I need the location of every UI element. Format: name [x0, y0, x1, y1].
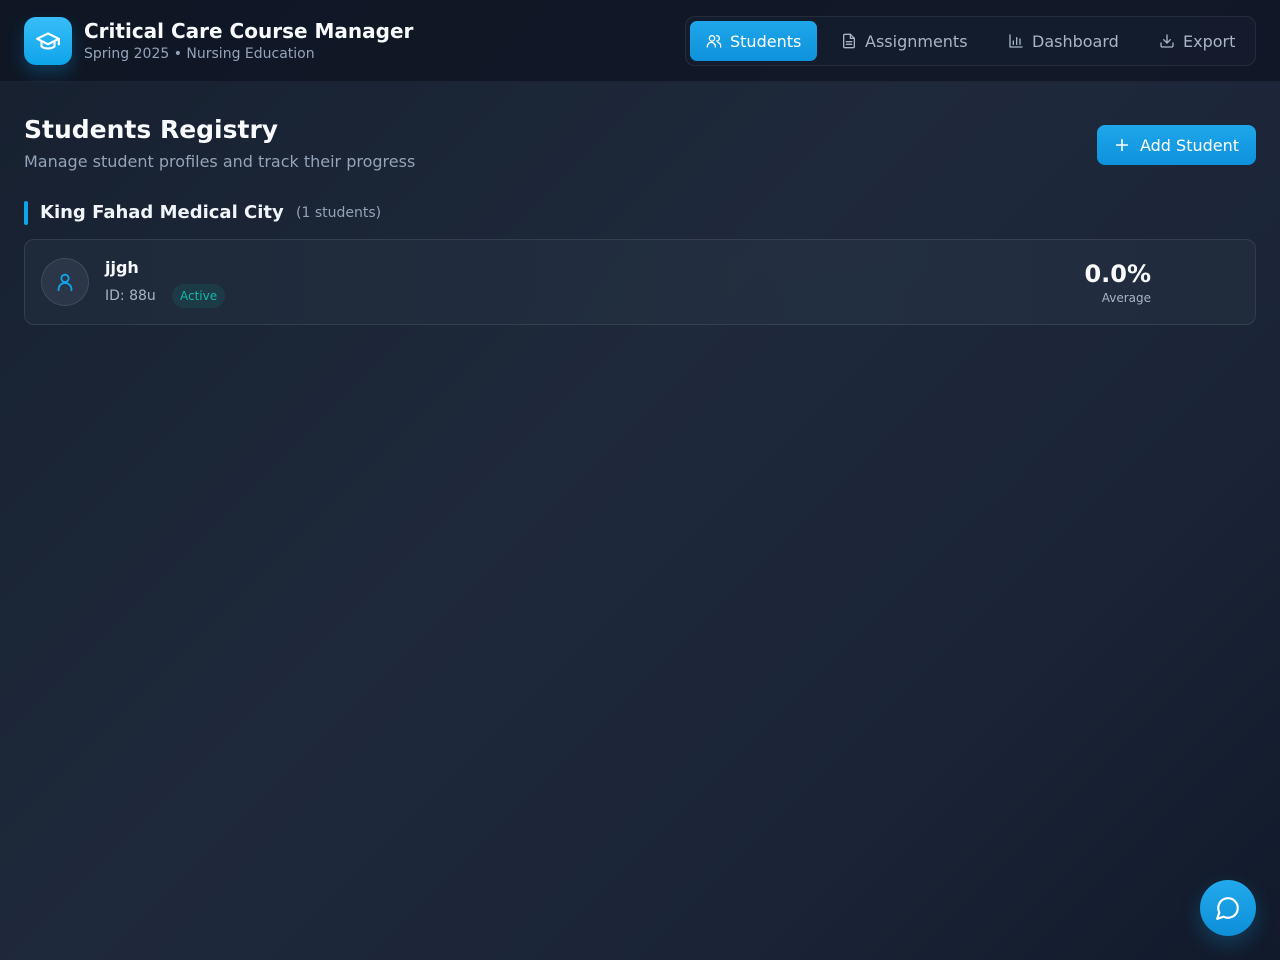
tab-assignments-label: Assignments — [865, 31, 968, 51]
tab-export-label: Export — [1183, 31, 1236, 51]
status-badge: Active — [172, 284, 226, 308]
avatar — [41, 258, 89, 306]
user-icon — [57, 273, 73, 292]
average-label: Average — [1101, 291, 1151, 305]
page-title: Students Registry — [24, 115, 279, 144]
document-icon — [843, 33, 855, 49]
add-student-button[interactable]: Add Student — [1097, 125, 1256, 165]
chat-bubble-icon — [1216, 897, 1239, 920]
student-card[interactable]: jjgh ID: 88u Active 0.0% Average — [24, 239, 1256, 325]
app-logo — [24, 17, 72, 65]
main-nav: Students Assignments Dashboard Export — [685, 16, 1256, 66]
tab-assignments[interactable]: Assignments — [825, 21, 984, 61]
bar-chart-icon — [1009, 34, 1023, 48]
group-name: King Fahad Medical City — [40, 202, 284, 223]
app-subtitle: Spring 2025 • Nursing Education — [84, 46, 315, 62]
graduation-cap-icon — [36, 32, 60, 50]
tab-dashboard-label: Dashboard — [1032, 31, 1119, 51]
tab-dashboard[interactable]: Dashboard — [992, 21, 1135, 61]
tab-students-label: Students — [730, 31, 802, 51]
average-value: 0.0% — [1084, 260, 1151, 288]
tab-export[interactable]: Export — [1143, 21, 1251, 61]
add-student-label: Add Student — [1139, 135, 1240, 155]
tab-students[interactable]: Students — [690, 21, 818, 61]
group-accent-bar — [24, 201, 28, 225]
download-icon — [1160, 34, 1174, 48]
student-id: ID: 88u — [105, 288, 156, 304]
plus-icon — [1115, 138, 1129, 152]
users-icon — [706, 35, 722, 48]
page-subtitle: Manage student profiles and track their … — [24, 152, 416, 171]
app-title: Critical Care Course Manager — [84, 19, 414, 43]
group-count: (1 students) — [296, 205, 382, 221]
chat-button[interactable] — [1200, 880, 1256, 936]
app-header: Critical Care Course Manager Spring 2025… — [0, 0, 1280, 82]
student-name: jjgh — [105, 258, 139, 277]
